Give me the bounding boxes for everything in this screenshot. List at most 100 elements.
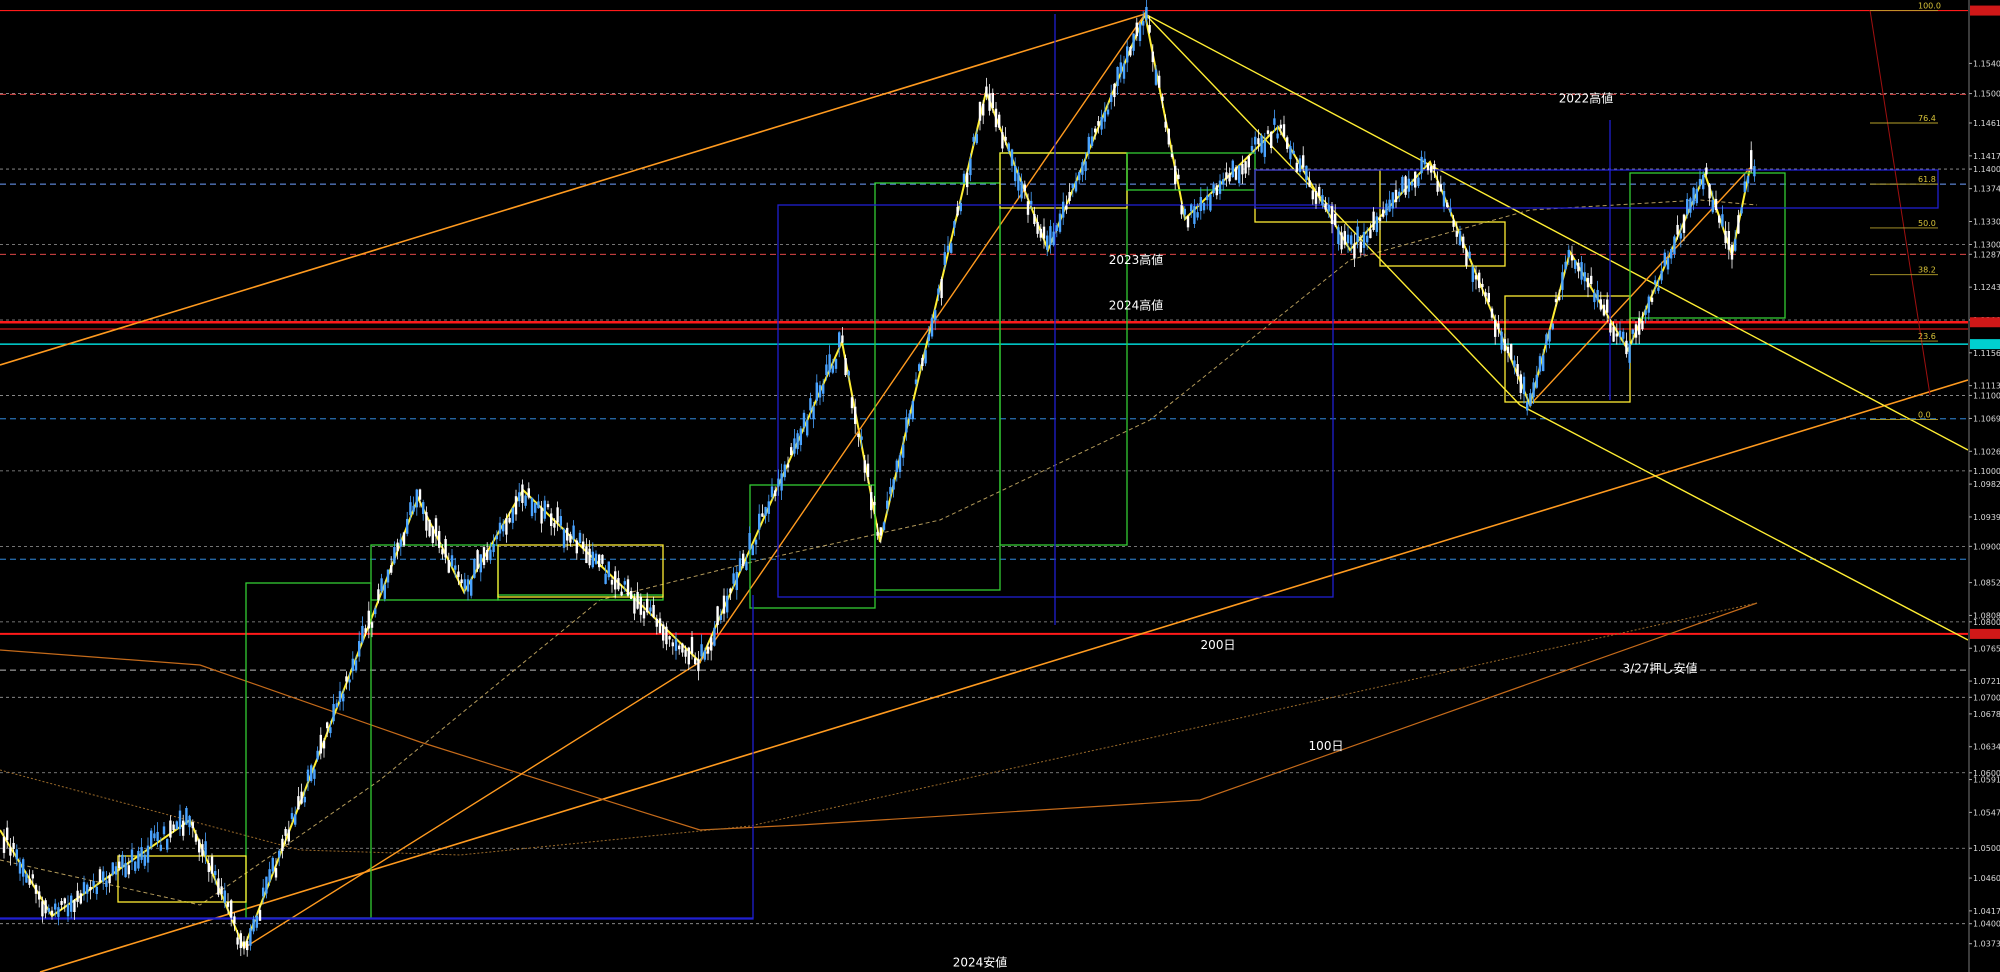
candle-body: [364, 628, 367, 633]
candle-body: [310, 765, 313, 782]
candle-body: [1382, 209, 1385, 217]
candle-body: [594, 553, 598, 564]
candle-body: [226, 902, 230, 907]
candle-body: [345, 676, 348, 682]
candle-body: [694, 658, 697, 665]
candle-body: [1362, 231, 1366, 248]
candle-body: [854, 406, 857, 424]
price-tick-label: 1.08520: [1973, 579, 2000, 588]
candle-body: [649, 607, 652, 612]
candle-body: [1580, 262, 1583, 280]
candle-body: [313, 769, 316, 779]
candle-body: [572, 525, 575, 540]
fib-level-label: 38.2: [1918, 266, 1936, 275]
candle-body: [850, 397, 854, 409]
candle-body: [438, 531, 441, 548]
candle-body: [1497, 323, 1500, 330]
candle-body: [25, 874, 28, 883]
candle-body: [1318, 186, 1321, 196]
candle-body: [738, 558, 742, 572]
candle-body: [668, 636, 671, 640]
candle-body: [1122, 63, 1126, 79]
candle-body: [684, 649, 687, 657]
candle-body: [1615, 333, 1618, 337]
candle-body: [1292, 150, 1295, 155]
candle-body: [742, 553, 745, 567]
candle-body: [1631, 329, 1634, 334]
candle-body: [255, 915, 258, 928]
candle-body: [303, 796, 306, 803]
candle-body: [1071, 183, 1074, 189]
candle-body: [972, 137, 975, 142]
candle-body: [716, 606, 719, 626]
candle-body: [194, 834, 198, 842]
candle-body: [841, 335, 844, 343]
candle-body: [1663, 252, 1666, 266]
candle-body: [1340, 232, 1343, 250]
candle-body: [1132, 33, 1135, 51]
candle-body: [559, 516, 562, 526]
candle-body: [620, 591, 623, 596]
channel-line: [39, 379, 1969, 972]
candle-body: [802, 412, 806, 428]
candle-body: [1266, 130, 1270, 134]
candle-body: [1270, 131, 1273, 148]
candle-body: [214, 871, 217, 876]
candle-body: [1366, 235, 1369, 243]
candle-body: [508, 517, 511, 523]
candle-body: [300, 791, 303, 804]
candle-body: [1510, 343, 1513, 360]
candle-body: [1401, 176, 1404, 192]
range-box: [874, 182, 1001, 591]
candle-body: [1558, 296, 1561, 301]
price-tick-label: 1.07650: [1973, 644, 2000, 653]
candle-body: [1385, 203, 1388, 216]
candle-body: [1247, 156, 1250, 168]
candle-body: [34, 884, 38, 894]
candle-body: [1727, 231, 1730, 250]
candle-body: [134, 861, 137, 871]
candle-body: [130, 849, 134, 862]
candle-body: [15, 849, 18, 860]
candle-body: [124, 862, 127, 878]
candle-body: [178, 810, 182, 830]
candle-body: [1446, 202, 1449, 207]
candle-body: [1394, 189, 1398, 203]
candle-body: [1746, 176, 1750, 184]
candle-body: [489, 549, 492, 561]
candle-body: [1286, 137, 1289, 149]
candle-body: [710, 637, 713, 651]
candle-body: [1378, 217, 1382, 221]
candle-body: [102, 871, 105, 882]
candle-body: [1193, 206, 1196, 224]
candle-body: [818, 385, 822, 398]
range-box: [1629, 172, 1786, 319]
candle-body: [1042, 226, 1046, 239]
candle-body: [1519, 374, 1522, 393]
candle-body: [902, 444, 905, 458]
candle-body: [454, 565, 457, 570]
candle-body: [1551, 323, 1554, 330]
candle-body: [1538, 356, 1542, 372]
candle-body: [1564, 261, 1567, 270]
candle-body: [1542, 355, 1545, 372]
candle-body: [1161, 96, 1164, 101]
candle-body: [1007, 143, 1010, 151]
candle-body: [1599, 299, 1602, 310]
candle-body: [1420, 156, 1423, 174]
chart-annotation: 2024安値: [953, 955, 1008, 970]
candle-body: [374, 608, 377, 615]
candle-body: [1596, 289, 1599, 301]
candle-body: [1455, 231, 1458, 237]
candle-body: [1465, 249, 1468, 266]
candle-body: [137, 850, 140, 869]
candle-body: [604, 573, 607, 584]
candle-body: [882, 522, 886, 530]
candle-body: [1500, 331, 1503, 350]
candle-body: [745, 561, 748, 571]
price-tick-label: 1.11000: [1973, 391, 2000, 400]
candle-body: [646, 598, 649, 613]
candle-body: [22, 859, 25, 877]
candle-body: [159, 844, 162, 851]
candle-body: [326, 722, 329, 729]
